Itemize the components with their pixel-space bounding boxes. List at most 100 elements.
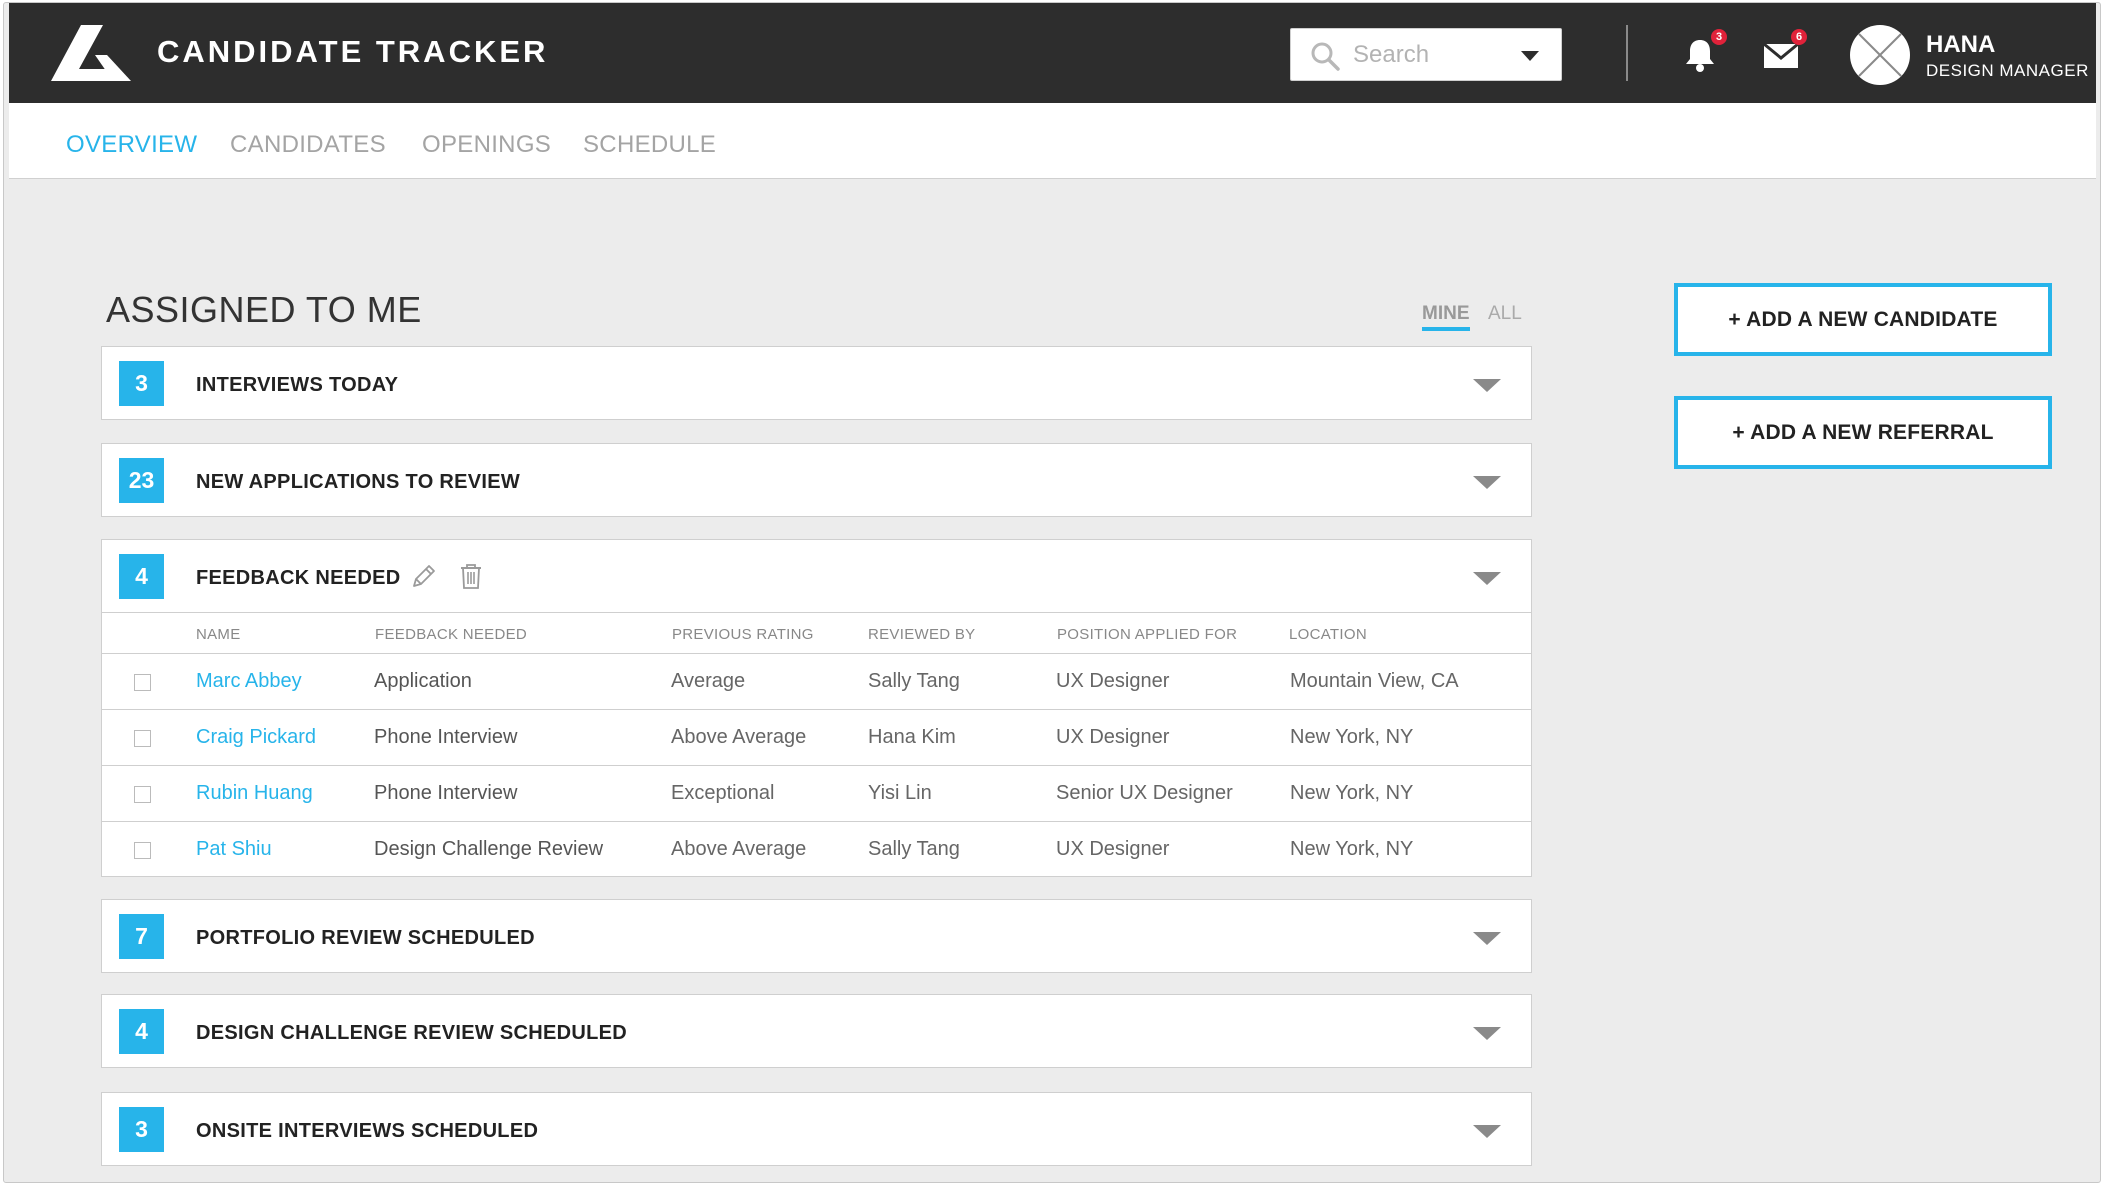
panel-interviews-today: 3 INTERVIEWS TODAY	[101, 346, 1532, 420]
panel-header[interactable]: 4 DESIGN CHALLENGE REVIEW SCHEDULED	[102, 995, 1531, 1067]
row-checkbox[interactable]	[134, 842, 151, 859]
panel-header[interactable]: 7 PORTFOLIO REVIEW SCHEDULED	[102, 900, 1531, 972]
edit-icon[interactable]	[410, 562, 438, 590]
previous-rating: Exceptional	[671, 782, 775, 804]
bell-icon	[1686, 40, 1714, 72]
previous-rating: Above Average	[671, 726, 807, 748]
tab-candidates[interactable]: CANDIDATES	[230, 131, 386, 159]
row-checkbox[interactable]	[134, 730, 151, 747]
panel-portfolio-review: 7 PORTFOLIO REVIEW SCHEDULED	[101, 899, 1532, 973]
candidate-name-link[interactable]: Pat Shiu	[196, 838, 272, 861]
search-input[interactable]	[1353, 37, 1513, 73]
tab-openings[interactable]: OPENINGS	[422, 131, 551, 159]
feedback-type: Design Challenge Review	[374, 838, 604, 860]
panel-title: FEEDBACK NEEDED	[196, 567, 401, 589]
panel-header[interactable]: 23 NEW APPLICATIONS TO REVIEW	[102, 444, 1531, 516]
tab-schedule[interactable]: SCHEDULE	[583, 131, 716, 159]
table-row: Rubin Huang Phone Interview Exceptional …	[102, 766, 1531, 822]
add-candidate-button[interactable]: + ADD A NEW CANDIDATE	[1674, 283, 2052, 356]
column-header: REVIEWED BY	[868, 626, 976, 643]
location: New York, NY	[1290, 726, 1414, 748]
table-row: Pat Shiu Design Challenge Review Above A…	[102, 822, 1531, 878]
previous-rating: Above Average	[671, 838, 807, 860]
chevron-down-icon[interactable]	[1473, 932, 1501, 945]
table-row: Craig Pickard Phone Interview Above Aver…	[102, 710, 1531, 766]
chevron-down-icon[interactable]	[1473, 379, 1501, 392]
reviewer: Yisi Lin	[868, 782, 932, 804]
panel-title: DESIGN CHALLENGE REVIEW SCHEDULED	[196, 1022, 628, 1044]
add-referral-button[interactable]: + ADD A NEW REFERRAL	[1674, 396, 2052, 469]
panel-title: INTERVIEWS TODAY	[196, 374, 399, 396]
column-header: LOCATION	[1289, 626, 1367, 643]
app-title: CANDIDATE TRACKER	[157, 34, 549, 69]
panel-title: PORTFOLIO REVIEW SCHEDULED	[196, 927, 535, 949]
column-header: NAME	[196, 626, 241, 643]
count-badge: 3	[119, 361, 164, 406]
row-checkbox[interactable]	[134, 674, 151, 691]
location: New York, NY	[1290, 782, 1414, 804]
panel-title: NEW APPLICATIONS TO REVIEW	[196, 471, 521, 493]
previous-rating: Average	[671, 670, 746, 692]
user-role: DESIGN MANAGER	[1926, 61, 2089, 80]
feedback-type: Phone Interview	[374, 726, 518, 748]
avatar[interactable]	[1850, 25, 1910, 85]
count-badge: 3	[119, 1107, 164, 1152]
reviewer: Sally Tang	[868, 670, 960, 692]
panel-onsite-interviews: 3 ONSITE INTERVIEWS SCHEDULED	[101, 1092, 1532, 1166]
mail-icon	[1763, 42, 1799, 68]
user-name: HANA	[1926, 31, 1996, 58]
tab-overview[interactable]: OVERVIEW	[66, 131, 197, 159]
panel-feedback-needed: 4 FEEDBACK NEEDED NAME FEEDBACK NEEDED P…	[101, 539, 1532, 877]
panel-header[interactable]: 3 ONSITE INTERVIEWS SCHEDULED	[102, 1093, 1531, 1165]
feedback-type: Application	[374, 670, 472, 692]
top-bar: CANDIDATE TRACKER 3 6	[9, 3, 2096, 103]
position: Senior UX Designer	[1056, 782, 1233, 804]
notification-badge: 3	[1711, 29, 1727, 45]
position: UX Designer	[1056, 726, 1170, 748]
column-header: FEEDBACK NEEDED	[375, 626, 528, 643]
count-badge: 4	[119, 1009, 164, 1054]
row-checkbox[interactable]	[134, 786, 151, 803]
column-header: PREVIOUS RATING	[672, 626, 814, 643]
chevron-down-icon[interactable]	[1473, 1125, 1501, 1138]
filter-all[interactable]: ALL	[1488, 303, 1522, 325]
filter-mine[interactable]: MINE	[1422, 303, 1470, 331]
position: UX Designer	[1056, 838, 1170, 860]
section-title: ASSIGNED TO ME	[106, 289, 422, 330]
panel-design-challenge-review: 4 DESIGN CHALLENGE REVIEW SCHEDULED	[101, 994, 1532, 1068]
panel-header[interactable]: 3 INTERVIEWS TODAY	[102, 347, 1531, 419]
reviewer: Sally Tang	[868, 838, 960, 860]
main-nav: OVERVIEW CANDIDATES OPENINGS SCHEDULE	[9, 103, 2096, 179]
panel-header[interactable]: 4 FEEDBACK NEEDED	[102, 540, 1531, 612]
chevron-down-icon[interactable]	[1473, 476, 1501, 489]
logo-icon	[51, 25, 131, 81]
position: UX Designer	[1056, 670, 1170, 692]
reviewer: Hana Kim	[868, 726, 956, 748]
candidate-name-link[interactable]: Marc Abbey	[196, 670, 302, 693]
messages-button[interactable]: 6	[1763, 29, 1807, 77]
panel-title: ONSITE INTERVIEWS SCHEDULED	[196, 1120, 539, 1142]
search-icon	[1311, 42, 1340, 71]
divider	[1626, 25, 1628, 81]
search-dropdown-icon[interactable]	[1521, 51, 1539, 61]
avatar-placeholder-icon	[1858, 33, 1902, 77]
count-badge: 23	[119, 458, 164, 503]
location: New York, NY	[1290, 838, 1414, 860]
notifications-button[interactable]: 3	[1683, 29, 1727, 77]
chevron-down-icon[interactable]	[1473, 1027, 1501, 1040]
table-row: Marc Abbey Application Average Sally Tan…	[102, 654, 1531, 710]
app-window: CANDIDATE TRACKER 3 6	[3, 2, 2101, 1183]
count-badge: 7	[119, 914, 164, 959]
count-badge: 4	[119, 554, 164, 599]
chevron-down-icon[interactable]	[1473, 572, 1501, 585]
table-header: NAME FEEDBACK NEEDED PREVIOUS RATING REV…	[102, 612, 1531, 654]
search-box[interactable]	[1290, 28, 1562, 81]
candidate-name-link[interactable]: Craig Pickard	[196, 726, 316, 749]
column-header: POSITION APPLIED FOR	[1057, 626, 1238, 643]
location: Mountain View, CA	[1290, 670, 1459, 692]
feedback-type: Phone Interview	[374, 782, 518, 804]
messages-badge: 6	[1791, 29, 1807, 45]
candidate-name-link[interactable]: Rubin Huang	[196, 782, 313, 805]
trash-icon[interactable]	[457, 562, 485, 590]
panel-new-applications: 23 NEW APPLICATIONS TO REVIEW	[101, 443, 1532, 517]
